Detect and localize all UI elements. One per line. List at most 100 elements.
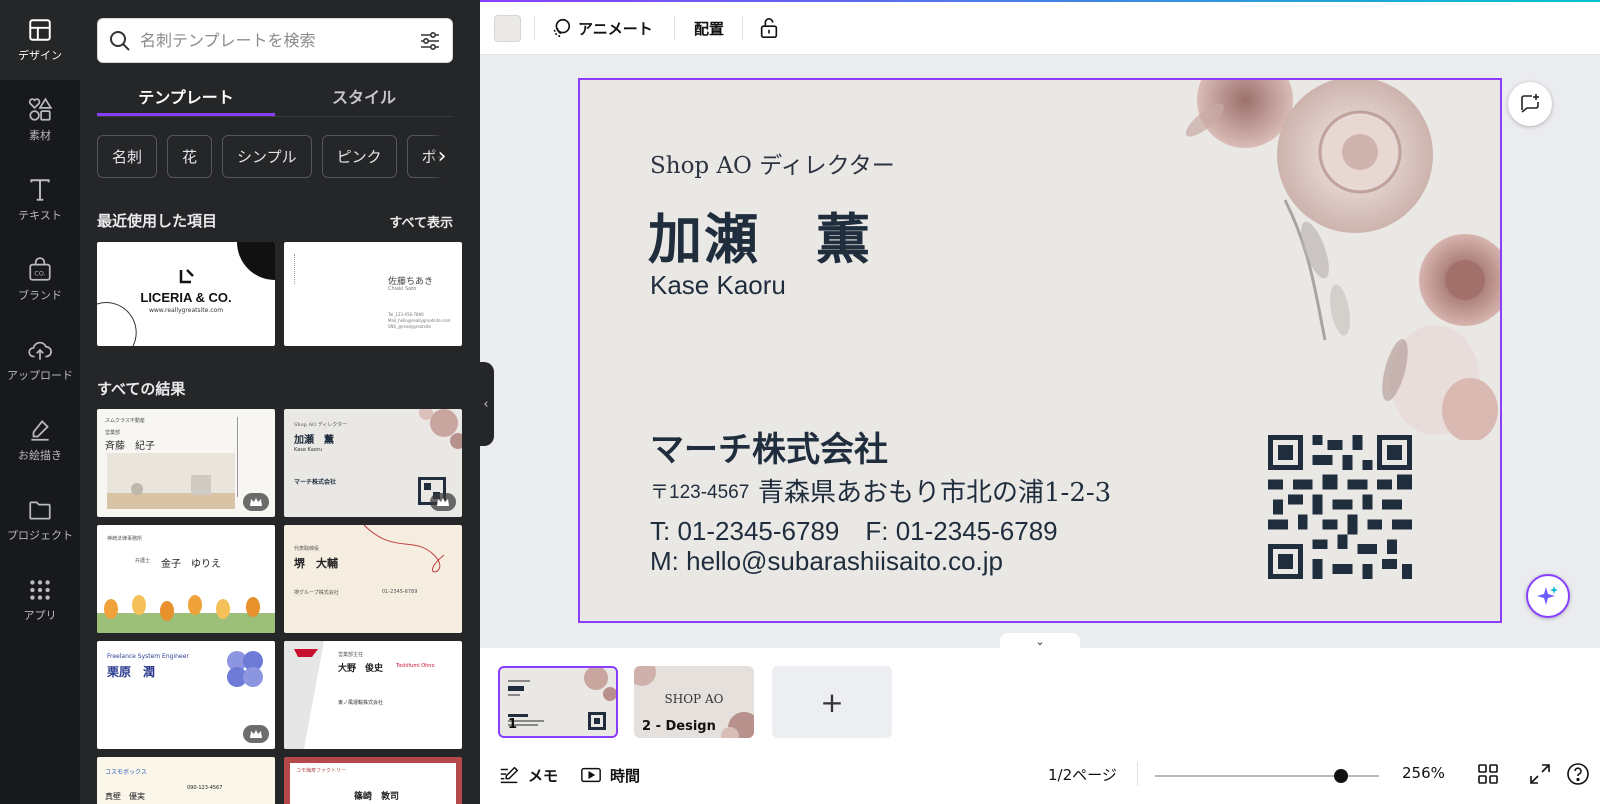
phone-text: 01-2345-6789 xyxy=(382,589,418,595)
template-result[interactable]: 営業部主任 大野 俊史 Toshifumi Ohno 東ノ風運輸株式会社 xyxy=(284,641,462,749)
crown-icon xyxy=(250,730,262,738)
fullscreen-icon[interactable] xyxy=(1528,762,1552,786)
sparkle-icon xyxy=(1537,586,1558,605)
qr-code[interactable] xyxy=(1268,435,1412,579)
card-phone-fax[interactable]: T: 01-2345-6789 F: 01-2345-6789 xyxy=(650,511,1058,548)
template-search xyxy=(97,18,453,63)
card-company[interactable]: マーチ株式会社 xyxy=(650,422,888,471)
add-comment-button[interactable] xyxy=(1508,82,1552,126)
rail-text[interactable]: テキスト xyxy=(0,160,80,240)
title-text: 営業部主任 xyxy=(338,652,364,658)
template-result[interactable]: Freelance System Engineer 栗原 潤 xyxy=(97,641,275,749)
recent-template[interactable]: LICERIA & CO. www.reallygreatsite.com xyxy=(97,242,275,346)
name-text: 大野 俊史 xyxy=(338,664,384,674)
card-name-en[interactable]: Kase Kaoru xyxy=(650,270,786,301)
lock-button[interactable] xyxy=(758,14,786,42)
premium-badge xyxy=(243,725,269,743)
page-thumbnail-1[interactable]: 1 xyxy=(498,666,618,738)
toolbar-accent-line xyxy=(480,0,1600,2)
template-result[interactable]: コスモボックス 真壁 優実 090-123-4567 xyxy=(97,757,275,804)
page-preview xyxy=(508,668,616,730)
rail-label: ブランド xyxy=(18,289,62,302)
card-role[interactable]: Shop AO ディレクター xyxy=(650,146,895,180)
animate-label: アニメート xyxy=(578,19,653,38)
chevron-right-icon[interactable]: › xyxy=(431,135,453,178)
pages-strip: 1 SHOP AO 2 - Design + xyxy=(480,648,1600,744)
shapes-icon xyxy=(28,97,53,121)
chip[interactable]: 花 xyxy=(167,135,213,178)
recent-template[interactable]: 佐藤ちあき Chiaki Sato Tel_123-456-7890 Mail_… xyxy=(284,242,462,346)
page-indicator[interactable]: 1/2ページ xyxy=(1048,764,1117,785)
apps-icon xyxy=(30,580,50,600)
phone-text: 090-123-4567 xyxy=(187,785,223,791)
company-text: コモ梅寿ファクトリー xyxy=(296,768,347,774)
name-text: 篠崎 敦司 xyxy=(354,792,400,802)
rail-apps[interactable]: アプリ xyxy=(0,560,80,640)
see-all-link[interactable]: すべて表示 xyxy=(389,212,453,231)
folder-icon xyxy=(29,501,51,520)
card-postal-code[interactable]: 〒123-4567 xyxy=(650,477,749,504)
background-color-swatch[interactable] xyxy=(494,15,521,42)
page-thumbnail-2[interactable]: SHOP AO 2 - Design xyxy=(634,666,754,738)
chip[interactable]: 名刺 xyxy=(97,135,158,178)
divider xyxy=(742,16,743,40)
tab-templates[interactable]: テンプレート xyxy=(97,76,275,116)
name-en-text: Chiaki Sato xyxy=(388,286,417,292)
card-name-jp[interactable]: 加瀬 薫 xyxy=(648,195,872,274)
magic-assistant-button[interactable] xyxy=(1526,574,1570,618)
animate-button[interactable]: アニメート xyxy=(550,14,653,42)
tab-styles[interactable]: スタイル xyxy=(275,76,453,116)
template-result[interactable]: 神崎法律事務所 弁護士 金子 ゆりえ xyxy=(97,525,275,633)
text-icon xyxy=(30,179,50,201)
page-label: Design xyxy=(665,719,716,734)
add-page-button[interactable]: + xyxy=(772,666,892,738)
card-address[interactable]: 青森県あおもり市北の浦1-2-3 xyxy=(758,472,1111,509)
zoom-level[interactable]: 256% xyxy=(1402,764,1445,782)
rail-projects[interactable]: プロジェクト xyxy=(0,480,80,560)
arrange-button[interactable]: 配置 xyxy=(694,14,724,42)
rail-label: アップロード xyxy=(7,369,73,382)
business-card-canvas[interactable]: Shop AO ディレクター 加瀬 薫 Kase Kaoru マーチ株式会社 〒… xyxy=(578,78,1502,623)
help-icon[interactable] xyxy=(1566,762,1590,786)
rail-upload[interactable]: アップロード xyxy=(0,320,80,400)
detail-line: Mail_hello@reallygreatsite.com xyxy=(388,318,451,323)
rail-brand[interactable]: CO. ブランド xyxy=(0,240,80,320)
template-result[interactable]: 代表取締役 堺 大輔 堺グループ株式会社 01-2345-6789 xyxy=(284,525,462,633)
timer-button[interactable]: 時間 xyxy=(580,762,640,788)
rail-label: アプリ xyxy=(23,609,57,622)
grid-view-icon[interactable] xyxy=(1476,762,1500,786)
rail-label: デザイン xyxy=(18,49,62,62)
template-result[interactable]: コモ梅寿ファクトリー 篠崎 敦司 xyxy=(284,757,462,804)
line-ornament xyxy=(363,525,445,573)
detail-line: SNS_@reallygreatsite xyxy=(388,324,431,329)
premium-badge xyxy=(430,493,456,511)
page-number: 2 - Design xyxy=(642,719,716,734)
chevron-down-icon[interactable]: ⌄ xyxy=(1000,633,1080,649)
rail-label: お絵描き xyxy=(18,449,62,462)
floral-decoration xyxy=(419,409,462,449)
card-email[interactable]: M: hello@subarashiisaito.co.jp xyxy=(650,546,1003,577)
company-text: スムクラス不動産 xyxy=(105,418,145,424)
rail-elements[interactable]: 素材 xyxy=(0,80,80,160)
search-input[interactable] xyxy=(140,31,418,50)
filter-icon[interactable] xyxy=(418,29,442,53)
chip[interactable]: シンプル xyxy=(222,135,312,178)
template-result[interactable]: スムクラス不動産 営業部 斉藤 紀子 xyxy=(97,409,275,517)
divider xyxy=(1137,762,1138,786)
rail-draw[interactable]: お絵描き xyxy=(0,400,80,480)
name-text: 斉藤 紀子 xyxy=(105,441,155,452)
template-result[interactable]: Shop AO ディレクター 加瀬 薫 Kase Kaoru マーチ株式会社 xyxy=(284,409,462,517)
notes-label: メモ xyxy=(528,766,559,785)
chip[interactable]: ピンク xyxy=(321,135,397,178)
company-text: コスモボックス xyxy=(105,769,147,776)
rail-label: プロジェクト xyxy=(7,529,73,542)
panel-tabs: テンプレート スタイル xyxy=(97,76,453,116)
timer-label: 時間 xyxy=(610,766,641,785)
animate-icon xyxy=(553,18,571,38)
collapse-panel-button[interactable]: ‹ xyxy=(478,362,494,446)
zoom-slider-handle[interactable] xyxy=(1333,769,1348,783)
notes-button[interactable]: メモ xyxy=(498,762,558,788)
title-text: 代表取締役 xyxy=(294,546,320,552)
name-en-text: Toshifumi Ohno xyxy=(396,663,435,669)
rail-design[interactable]: デザイン xyxy=(0,0,80,80)
